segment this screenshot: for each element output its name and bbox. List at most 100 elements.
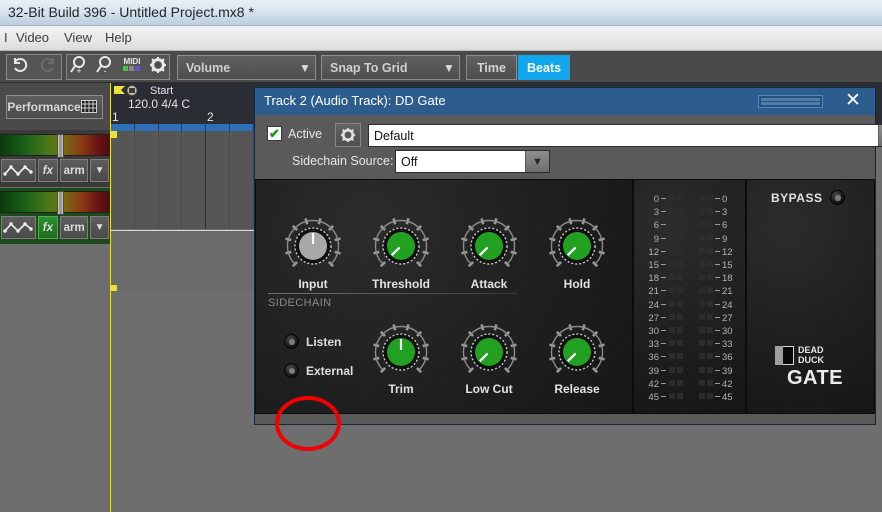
track-arm-button[interactable]: arm — [60, 159, 89, 182]
meter-led-segment — [677, 247, 683, 254]
track-fx-button[interactable]: fx — [37, 216, 59, 239]
ruler-tick — [205, 124, 207, 131]
chevron-down-icon[interactable]: ▼ — [90, 159, 109, 182]
knob-hold[interactable] — [547, 216, 607, 276]
meter-scale-label-right: 24 — [722, 299, 733, 311]
meter-scale-label-left: 6 — [653, 220, 659, 232]
meter-led-segment — [707, 195, 713, 201]
gain-reduction-meter: 0 0 3 3 6 6 9 9 12 12 15 15 18 18 21 21 24 24 27 27 30 30 33 33… — [642, 194, 739, 404]
meter-led-segment — [707, 287, 713, 294]
meter-tick-right — [715, 224, 720, 226]
track-fx-button[interactable]: fx — [37, 159, 59, 182]
track-arm-button[interactable]: arm — [60, 216, 89, 239]
redo-arrow-icon[interactable] — [35, 54, 61, 76]
performance-button[interactable]: Performance — [6, 95, 103, 119]
collapse-icon[interactable] — [758, 95, 823, 108]
meter-led-segment — [669, 261, 675, 267]
meter-tick-right — [715, 303, 720, 305]
menu-item-video[interactable]: Video — [16, 30, 49, 45]
playhead-line[interactable] — [110, 83, 111, 512]
meter-led-segment — [677, 353, 683, 360]
track-volume-meter[interactable] — [0, 191, 110, 215]
active-checkbox-group[interactable]: ✔ Active — [267, 126, 322, 141]
menu-item-help[interactable]: Help — [105, 30, 132, 45]
performance-label: Performance — [7, 100, 81, 114]
external-toggle[interactable]: External — [284, 363, 353, 378]
knob-threshold[interactable] — [371, 216, 431, 276]
meter-led-segment — [669, 300, 675, 307]
meter-tick-left — [661, 277, 666, 279]
knob-label: Hold — [563, 277, 591, 291]
midi-icon[interactable]: MIDI — [119, 54, 145, 76]
meter-tick-right — [715, 211, 720, 213]
chevron-down-icon[interactable]: ▼ — [878, 125, 882, 146]
envelope-type-combo[interactable]: Volume ▼ — [177, 55, 316, 80]
knob-release[interactable] — [547, 322, 607, 382]
meter-scale-label-right: 3 — [722, 207, 728, 219]
preset-value[interactable]: Default — [369, 129, 878, 143]
knob-low-cut[interactable] — [459, 322, 519, 382]
bypass-toggle[interactable]: BYPASS — [771, 190, 846, 205]
knob-input[interactable] — [283, 216, 343, 276]
menu-item-view[interactable]: View — [64, 30, 92, 45]
undo-arrow-icon[interactable] — [7, 54, 33, 76]
menu-item-i[interactable]: I — [4, 30, 8, 45]
meter-tick-left — [661, 330, 666, 331]
meter-led-segment — [699, 327, 705, 333]
volume-handle[interactable] — [57, 191, 64, 215]
dead-duck-logo-icon — [775, 346, 794, 365]
snap-mode-combo[interactable]: Snap To Grid ▼ — [321, 55, 460, 80]
magnifier-minus-icon[interactable]: - — [93, 54, 119, 76]
bypass-led-icon[interactable] — [830, 190, 846, 205]
chevron-down-icon[interactable]: ▼ — [525, 151, 549, 172]
sidechain-source-combo[interactable]: Off ▼ — [395, 150, 550, 173]
knob-trim[interactable] — [371, 322, 431, 382]
volume-handle[interactable] — [57, 134, 64, 158]
meter-scale-label-left: 33 — [648, 339, 659, 351]
magnifier-plus-icon[interactable]: + — [67, 54, 93, 76]
time-mode-button[interactable]: Time — [466, 55, 517, 80]
meter-scale-label-right: 33 — [722, 339, 733, 351]
meter-scale-label-right: 6 — [722, 220, 728, 232]
track-row[interactable]: fx arm ▼ — [0, 188, 110, 244]
meter-led-segment — [669, 313, 675, 320]
meter-scale-label-left: 42 — [648, 378, 659, 390]
meter-tick-left — [661, 290, 666, 292]
meter-tick-right — [715, 277, 720, 279]
meter-led-segment — [699, 379, 705, 386]
meter-led-segment — [669, 234, 675, 241]
chevron-down-icon[interactable]: ▼ — [90, 216, 109, 239]
meter-led-segment — [707, 234, 713, 241]
automation-curve-icon[interactable] — [1, 159, 36, 182]
meter-led-segment — [677, 221, 683, 228]
listen-toggle[interactable]: Listen — [284, 334, 341, 349]
meter-led-segment — [677, 234, 683, 241]
meter-led-segment — [699, 300, 705, 307]
meter-scale-row: 21 21 — [642, 286, 739, 298]
beats-mode-button[interactable]: Beats — [518, 55, 570, 80]
close-x-icon[interactable]: ✕ — [841, 91, 865, 112]
plugin-settings-gear-icon[interactable] — [335, 123, 361, 147]
meter-led-segment — [699, 247, 705, 254]
active-checkbox[interactable]: ✔ — [267, 126, 282, 141]
meter-tick-right — [715, 290, 720, 292]
sidechain-source-value: Off — [401, 154, 418, 169]
meter-scale-label-right: 21 — [722, 286, 733, 298]
meter-led-segment — [707, 327, 713, 333]
meter-tick-left — [661, 250, 666, 252]
ruler-tick — [229, 124, 230, 131]
preset-combo[interactable]: Default ▼ — [368, 124, 882, 147]
grid-line — [181, 131, 183, 229]
knob-attack[interactable] — [459, 216, 519, 276]
meter-scale-label-right: 30 — [722, 326, 733, 337]
meter-tick-right — [715, 382, 720, 384]
bypass-label: BYPASS — [771, 190, 823, 205]
ruler-tick — [252, 124, 254, 131]
automation-curve-icon[interactable] — [1, 216, 36, 239]
meter-scale-row: 39 39 — [642, 366, 739, 377]
dialog-title-bar[interactable]: Track 2 (Audio Track): DD Gate ✕ — [255, 88, 875, 115]
gear-icon[interactable] — [145, 54, 171, 76]
track-row[interactable]: fx arm ▼ — [0, 131, 110, 187]
snap-mode-value: Snap To Grid — [330, 60, 408, 75]
track-volume-meter[interactable] — [0, 134, 110, 158]
